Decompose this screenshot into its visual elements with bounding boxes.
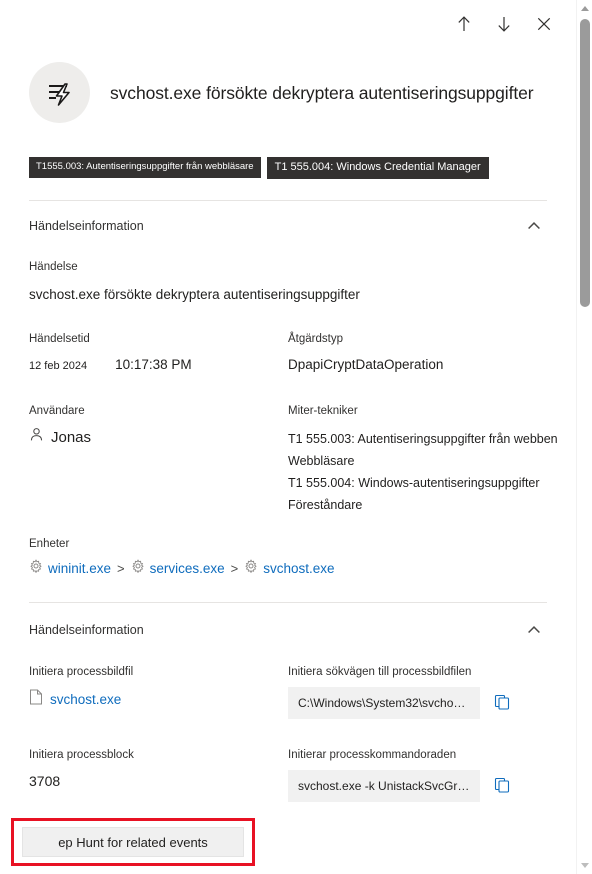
event-date-value: 12 feb 2024 xyxy=(29,360,88,372)
process-path-value: C:\Windows\System32\svchost.... xyxy=(288,687,480,719)
field-label: Initiera sökvägen till processbildfilen xyxy=(288,666,472,678)
flyout-header: svchost.exe försökte dekryptera autentis… xyxy=(0,62,576,123)
file-icon xyxy=(29,689,43,710)
mitre-technique-line: T1 555.004: Windows-autentiseringsuppgif… xyxy=(288,476,540,490)
copy-icon xyxy=(494,777,510,796)
field-value: DpapiCryptDataOperation xyxy=(288,357,444,372)
field-label: Händelse xyxy=(29,261,78,273)
field-label: Åtgärdstyp xyxy=(288,333,343,345)
field-label: Enheter xyxy=(29,538,70,550)
previous-item-button[interactable] xyxy=(446,6,482,42)
process-chain: wininit.exe > services.exe > svchost.exe xyxy=(29,559,335,578)
gear-icon xyxy=(244,559,258,578)
user-name-value: Jonas xyxy=(51,428,92,446)
section-divider xyxy=(29,602,547,603)
flyout-command-bar xyxy=(0,0,576,48)
section-divider xyxy=(29,200,547,201)
process-commandline-value: svchost.exe -k UnistackSvcGroup xyxy=(288,770,480,802)
annotation-highlight-box xyxy=(11,818,255,866)
process-link[interactable]: services.exe xyxy=(150,561,225,576)
field-event-time: Händelsetid 12 feb 2024 10:17:38 PM xyxy=(29,332,192,376)
field-initiating-process-file: Initiera processbildfil svchost.exe xyxy=(29,665,133,710)
arrow-down-icon xyxy=(494,14,514,34)
field-initiating-process-commandline: Initierar processkommandoraden svchost.e… xyxy=(288,748,512,802)
arrow-up-icon xyxy=(454,14,474,34)
process-chain-item[interactable]: wininit.exe xyxy=(29,559,111,578)
scroll-down-button[interactable] xyxy=(577,857,592,874)
field-label: Användare xyxy=(29,405,85,417)
field-initiating-process-path: Initiera sökvägen till processbildfilen … xyxy=(288,665,512,719)
process-file-link[interactable]: svchost.exe xyxy=(50,692,121,707)
process-link[interactable]: wininit.exe xyxy=(48,561,111,576)
mitre-technique-line: Föreståndare xyxy=(288,498,363,512)
copy-icon xyxy=(494,694,510,713)
vertical-scrollbar[interactable] xyxy=(576,0,592,874)
event-clock-value: 10:17:38 PM xyxy=(115,357,192,372)
triangle-down-icon xyxy=(581,863,589,868)
field-label: Initierar processkommandoraden xyxy=(288,749,457,761)
gear-icon xyxy=(29,559,43,578)
field-label: Initiera processblock xyxy=(29,749,134,761)
gear-icon xyxy=(131,559,145,578)
scrollbar-thumb[interactable] xyxy=(580,19,590,307)
process-link[interactable]: svchost.exe xyxy=(263,561,334,576)
page-title: svchost.exe försökte dekryptera autentis… xyxy=(110,82,534,103)
close-button[interactable] xyxy=(526,6,562,42)
scroll-up-button[interactable] xyxy=(577,0,592,17)
field-label: Miter-tekniker xyxy=(288,405,358,417)
chevron-up-icon[interactable] xyxy=(521,617,547,643)
next-item-button[interactable] xyxy=(486,6,522,42)
section-title: Händelseinformation xyxy=(29,623,144,637)
field-entities: Enheter wininit.exe > services.exe > svc… xyxy=(29,537,335,578)
process-id-value: 3708 xyxy=(29,773,61,789)
section-header-event-details[interactable]: Händelseinformation xyxy=(29,617,547,643)
field-event: Händelse svchost.exe försökte dekryptera… xyxy=(29,260,360,304)
copy-button[interactable] xyxy=(492,776,512,796)
field-label: Händelsetid xyxy=(29,333,90,345)
chevron-up-icon[interactable] xyxy=(521,213,547,239)
person-icon xyxy=(29,427,44,447)
section-title: Händelseinformation xyxy=(29,219,144,233)
event-details-flyout: svchost.exe försökte dekryptera autentis… xyxy=(0,0,592,874)
chain-separator: > xyxy=(117,561,125,576)
mitre-badge[interactable]: T1 555.004: Windows Credential Manager xyxy=(266,157,489,179)
field-user: Användare Jonas xyxy=(29,404,91,447)
copy-button[interactable] xyxy=(492,693,512,713)
alert-lightning-icon xyxy=(29,62,90,123)
field-value: svchost.exe försökte dekryptera autentis… xyxy=(29,287,360,302)
field-initiating-process-id: Initiera processblock 3708 xyxy=(29,748,134,791)
chain-separator: > xyxy=(230,561,239,576)
mitre-badge-list: T1555.003: Autentiseringsuppgifter från … xyxy=(29,157,489,179)
field-label: Initiera processbildfil xyxy=(29,666,134,678)
close-icon xyxy=(534,14,554,34)
mitre-badge[interactable]: T1555.003: Autentiseringsuppgifter från … xyxy=(29,157,261,178)
field-action-type: Åtgärdstyp DpapiCryptDataOperation xyxy=(288,332,443,374)
process-chain-item[interactable]: services.exe xyxy=(131,559,225,578)
field-mitre-techniques: Miter-tekniker T1 555.003: Autentisering… xyxy=(288,404,558,516)
mitre-technique-line: T1 555.003: Autentiseringsuppgifter från… xyxy=(288,432,558,446)
mitre-technique-line: Webbläsare xyxy=(288,454,355,468)
section-header-event-information[interactable]: Händelseinformation xyxy=(29,213,547,239)
triangle-up-icon xyxy=(581,6,589,11)
process-chain-item[interactable]: svchost.exe xyxy=(244,559,335,578)
